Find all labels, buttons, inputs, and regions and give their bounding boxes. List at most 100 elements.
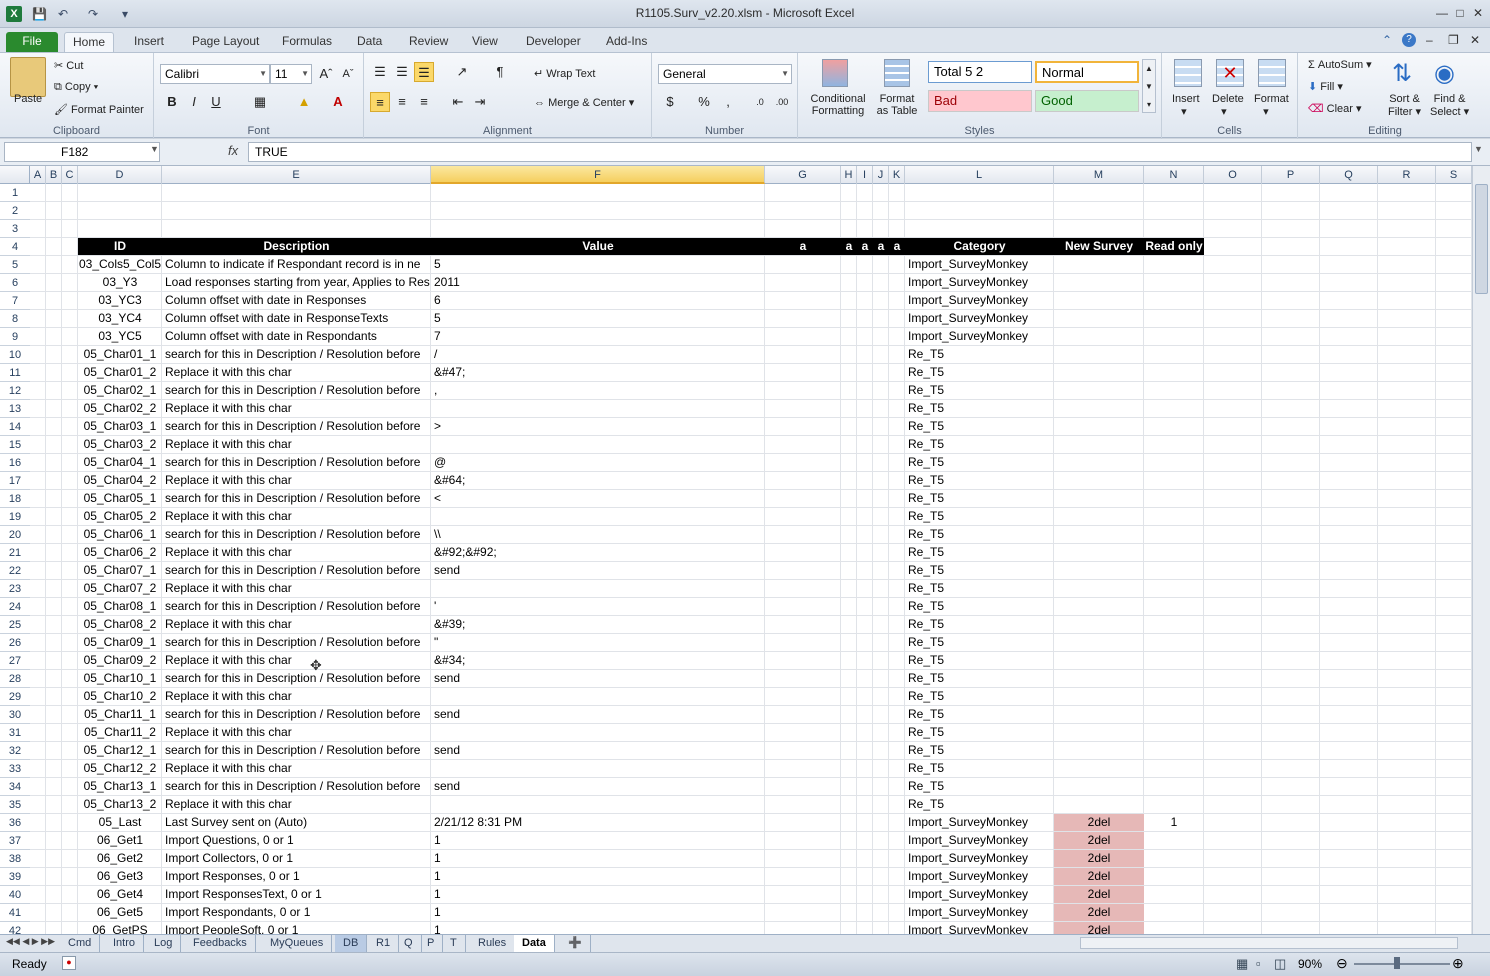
cell-id[interactable]: 05_Char10_1: [78, 670, 162, 687]
cell-description[interactable]: Replace it with this char: [162, 652, 431, 669]
align-bottom-icon[interactable]: ☰: [414, 62, 434, 82]
cell-description[interactable]: Replace it with this char: [162, 436, 431, 453]
cell-category[interactable]: Re_T5: [905, 562, 1054, 579]
column-header-p[interactable]: P: [1262, 166, 1320, 184]
format-cells-icon[interactable]: [1258, 59, 1286, 87]
row-header[interactable]: 39: [0, 868, 30, 886]
row-header[interactable]: 20: [0, 526, 30, 544]
column-header-o[interactable]: O: [1204, 166, 1262, 184]
cell-description[interactable]: Replace it with this char: [162, 508, 431, 525]
row-header[interactable]: 25: [0, 616, 30, 634]
cell-id[interactable]: 05_Char07_1: [78, 562, 162, 579]
cell-category[interactable]: Re_T5: [905, 400, 1054, 417]
cell-id[interactable]: 05_Char03_1: [78, 418, 162, 435]
row-header[interactable]: 22: [0, 562, 30, 580]
select-all-button[interactable]: [0, 166, 30, 184]
cell-value[interactable]: [431, 508, 765, 525]
cell-description[interactable]: Column offset with date in Responses: [162, 292, 431, 309]
cell-id[interactable]: 05_Char12_2: [78, 760, 162, 777]
header-id[interactable]: ID: [78, 238, 162, 255]
cell-value[interactable]: send: [431, 706, 765, 723]
text-direction-icon[interactable]: ¶: [490, 62, 510, 82]
close-icon[interactable]: ✕: [1468, 4, 1488, 22]
column-header-i[interactable]: I: [857, 166, 873, 184]
row-header[interactable]: 33: [0, 760, 30, 778]
tab-nav-icon[interactable]: ◀◀ ◀ ▶ ▶▶: [6, 936, 55, 947]
cell-category[interactable]: Re_T5: [905, 670, 1054, 687]
column-header-k[interactable]: K: [889, 166, 905, 184]
clear-button[interactable]: ⌫ Clear ▾: [1308, 102, 1362, 115]
decrease-decimal-icon[interactable]: .00: [772, 92, 792, 112]
row-header[interactable]: 24: [0, 598, 30, 616]
header-h[interactable]: a: [841, 238, 857, 255]
zoom-slider[interactable]: [1354, 963, 1450, 965]
cell-category[interactable]: Re_T5: [905, 472, 1054, 489]
cell-category[interactable]: Import_SurveyMonkey: [905, 850, 1054, 867]
conditional-formatting-button[interactable]: Conditional Formatting: [806, 93, 870, 117]
style-normal[interactable]: Normal: [1035, 61, 1139, 83]
cell-value[interactable]: &#39;: [431, 616, 765, 633]
column-header-d[interactable]: D: [78, 166, 162, 184]
borders-icon[interactable]: ▦: [250, 92, 270, 112]
header-i[interactable]: a: [857, 238, 873, 255]
row-header[interactable]: 4: [0, 238, 30, 256]
header-category[interactable]: Category: [905, 238, 1054, 255]
cell-description[interactable]: search for this in Description / Resolut…: [162, 670, 431, 687]
format-as-table-icon[interactable]: [884, 59, 910, 87]
cell-id[interactable]: 05_Char05_2: [78, 508, 162, 525]
font-name-select[interactable]: Calibri ▼: [160, 64, 270, 84]
cell-id[interactable]: 05_Char01_2: [78, 364, 162, 381]
cell-description[interactable]: Import Responses, 0 or 1: [162, 868, 431, 885]
cell-value[interactable]: 1: [431, 904, 765, 921]
cell-new-survey[interactable]: 2del: [1054, 886, 1144, 903]
row-header[interactable]: 31: [0, 724, 30, 742]
row-header[interactable]: 11: [0, 364, 30, 382]
row-header[interactable]: 8: [0, 310, 30, 328]
cell-value[interactable]: [431, 796, 765, 813]
column-header-s[interactable]: S: [1436, 166, 1472, 184]
row-header[interactable]: 23: [0, 580, 30, 598]
zoom-in-icon[interactable]: ⊕: [1452, 955, 1464, 972]
underline-icon[interactable]: U: [206, 92, 226, 112]
cell-category[interactable]: Re_T5: [905, 436, 1054, 453]
cell-category[interactable]: Re_T5: [905, 616, 1054, 633]
vertical-scrollbar[interactable]: [1472, 166, 1490, 934]
cell-description[interactable]: Replace it with this char: [162, 760, 431, 777]
column-header-a[interactable]: A: [30, 166, 46, 184]
cell-category[interactable]: Re_T5: [905, 382, 1054, 399]
style-bad[interactable]: Bad: [928, 90, 1032, 112]
header-j[interactable]: a: [873, 238, 889, 255]
row-header[interactable]: 40: [0, 886, 30, 904]
orientation-icon[interactable]: ↗: [452, 62, 472, 82]
row-header[interactable]: 29: [0, 688, 30, 706]
cell-value[interactable]: 6: [431, 292, 765, 309]
cell-description[interactable]: Column to indicate if Respondant record …: [162, 256, 431, 273]
row-header[interactable]: 15: [0, 436, 30, 454]
cell-value[interactable]: 1: [431, 850, 765, 867]
cell-value[interactable]: [431, 724, 765, 741]
cell-category[interactable]: Re_T5: [905, 634, 1054, 651]
cell-category[interactable]: Re_T5: [905, 796, 1054, 813]
tab-add-ins[interactable]: Add-Ins: [598, 32, 655, 52]
cell-value[interactable]: &#92;&#92;: [431, 544, 765, 561]
cell-description[interactable]: search for this in Description / Resolut…: [162, 382, 431, 399]
cell-id[interactable]: 06_Get2: [78, 850, 162, 867]
wb-restore-icon[interactable]: ❐: [1448, 33, 1459, 47]
cell-description[interactable]: Replace it with this char: [162, 580, 431, 597]
cell-new-survey[interactable]: 2del: [1054, 832, 1144, 849]
paste-icon[interactable]: [10, 57, 46, 97]
row-header[interactable]: 37: [0, 832, 30, 850]
column-header-m[interactable]: M: [1054, 166, 1144, 184]
row-header[interactable]: 32: [0, 742, 30, 760]
row-header[interactable]: 10: [0, 346, 30, 364]
row-header[interactable]: 27: [0, 652, 30, 670]
autosum-button[interactable]: Σ AutoSum ▾: [1308, 58, 1372, 71]
cell-category[interactable]: Import_SurveyMonkey: [905, 328, 1054, 345]
sort-filter-button[interactable]: Sort & Filter ▾: [1388, 93, 1421, 118]
header-k[interactable]: a: [889, 238, 905, 255]
increase-indent-icon[interactable]: ⇥: [470, 92, 490, 112]
row-header[interactable]: 2: [0, 202, 30, 220]
cell-category[interactable]: Import_SurveyMonkey: [905, 868, 1054, 885]
cell-value[interactable]: ': [431, 598, 765, 615]
cell-value[interactable]: >: [431, 418, 765, 435]
